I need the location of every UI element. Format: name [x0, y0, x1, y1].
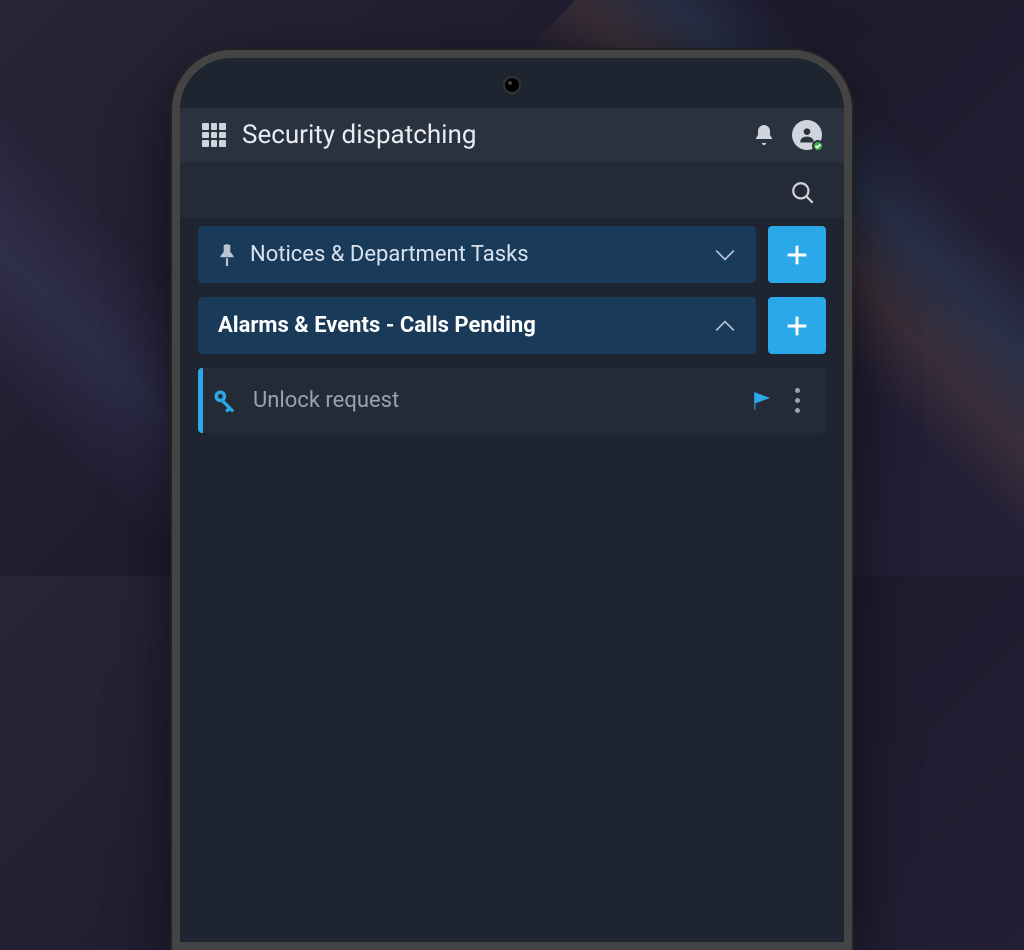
section-row: Notices & Department Tasks — [198, 226, 826, 283]
app-header: Security dispatching — [180, 108, 844, 162]
app-screen: Security dispatching — [180, 58, 844, 942]
search-icon[interactable] — [790, 180, 816, 206]
key-icon — [211, 387, 239, 415]
section-label: Notices & Department Tasks — [250, 242, 700, 267]
item-label: Unlock request — [253, 388, 737, 413]
list-item-unlock-request[interactable]: Unlock request — [198, 368, 826, 433]
phone-frame: Security dispatching — [172, 50, 852, 950]
pin-icon — [218, 244, 236, 266]
page-title: Security dispatching — [242, 120, 736, 150]
phone-camera — [503, 76, 521, 94]
section-row: Alarms & Events - Calls Pending — [198, 297, 826, 354]
add-notice-button[interactable] — [768, 226, 826, 283]
search-bar — [180, 162, 844, 218]
notifications-icon[interactable] — [752, 123, 776, 147]
section-header-alarms[interactable]: Alarms & Events - Calls Pending — [198, 297, 756, 354]
flag-icon[interactable] — [751, 390, 773, 412]
content-area: Notices & Department Tasks A — [180, 218, 844, 441]
apps-menu-icon[interactable] — [202, 123, 226, 147]
add-alarm-button[interactable] — [768, 297, 826, 354]
section-header-notices[interactable]: Notices & Department Tasks — [198, 226, 756, 283]
more-options-icon[interactable] — [787, 384, 808, 417]
section-label: Alarms & Events - Calls Pending — [218, 313, 700, 338]
user-avatar[interactable] — [792, 120, 822, 150]
chevron-down-icon — [714, 248, 736, 262]
status-online-badge — [812, 140, 824, 152]
chevron-up-icon — [714, 319, 736, 333]
